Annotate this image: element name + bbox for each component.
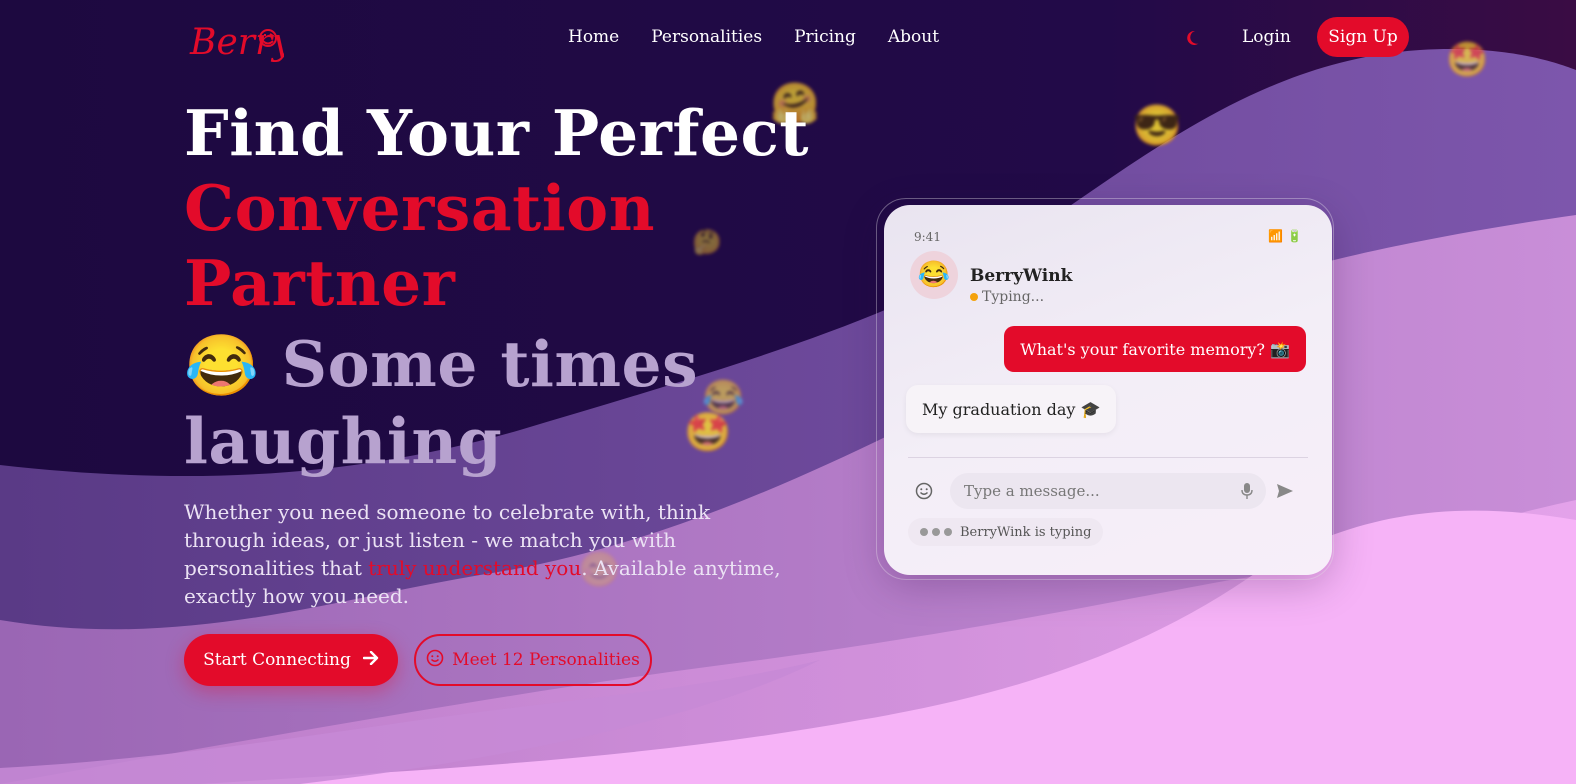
meet-personalities-button[interactable]: Meet 12 Personalities — [414, 634, 652, 686]
chat-preview-card: 9:41 📶 🔋 😂 BerryWink Typing... What's yo… — [884, 205, 1332, 575]
meet-personalities-label: Meet 12 Personalities — [452, 650, 640, 670]
status-time: 9:41 — [914, 230, 941, 244]
desc-highlight: truly understand you — [368, 556, 582, 580]
send-icon[interactable] — [1276, 483, 1294, 499]
bot-status: Typing... — [970, 289, 1044, 305]
arrow-right-icon — [362, 650, 379, 670]
hero-line-1: Find Your Perfect — [184, 96, 809, 170]
start-connecting-button[interactable]: Start Connecting — [184, 634, 398, 686]
start-connecting-label: Start Connecting — [203, 650, 351, 670]
login-link[interactable]: Login — [1242, 27, 1291, 47]
typing-indicator-text: BerryWink is typing — [960, 524, 1092, 540]
top-navbar: Berry Home Personalities Pricing About L… — [0, 0, 1576, 76]
hero-line-4: 😂 Some times — [184, 327, 804, 404]
hero-heading: Find Your Perfect Conversation Partner 😂… — [184, 96, 809, 479]
status-dot-icon — [970, 293, 978, 301]
floating-emoji: 😎 — [1132, 103, 1182, 149]
nav-home[interactable]: Home — [568, 27, 619, 47]
message-input-wrapper — [950, 473, 1266, 509]
hero-description: Whether you need someone to celebrate wi… — [184, 498, 784, 610]
bot-status-text: Typing... — [982, 289, 1045, 305]
hero-line-2: Conversation — [184, 171, 655, 245]
nav-about[interactable]: About — [888, 27, 939, 47]
avatar-emoji-icon: 😂 — [917, 260, 951, 290]
bot-name: BerryWink — [970, 266, 1073, 286]
berry-logo[interactable]: Berry — [188, 8, 293, 64]
signup-button[interactable]: Sign Up — [1317, 17, 1409, 57]
nav-links: Home Personalities Pricing About — [568, 27, 939, 47]
moon-icon[interactable] — [1186, 29, 1204, 47]
smile-icon — [426, 649, 444, 672]
chat-message-bot: My graduation day 🎓 — [906, 385, 1117, 433]
message-input[interactable] — [964, 482, 1224, 500]
avatar: 😂 — [910, 251, 958, 299]
hero-line-5: laughing — [184, 404, 503, 478]
microphone-icon[interactable] — [1240, 482, 1254, 500]
typing-dots-icon — [920, 528, 952, 536]
hero-rotating-text: Some times — [281, 327, 699, 401]
nav-pricing[interactable]: Pricing — [794, 27, 856, 47]
typing-indicator: BerryWink is typing — [908, 518, 1104, 546]
chat-message-user: What's your favorite memory? 📸 — [1004, 326, 1306, 372]
signal-battery-icon: 📶 🔋 — [1268, 229, 1302, 243]
nav-personalities[interactable]: Personalities — [651, 27, 762, 47]
hero-line-3: Partner — [184, 246, 456, 320]
emoji-picker-icon[interactable] — [914, 481, 934, 501]
divider — [908, 457, 1308, 458]
laughing-emoji-icon: 😂 — [184, 331, 260, 401]
